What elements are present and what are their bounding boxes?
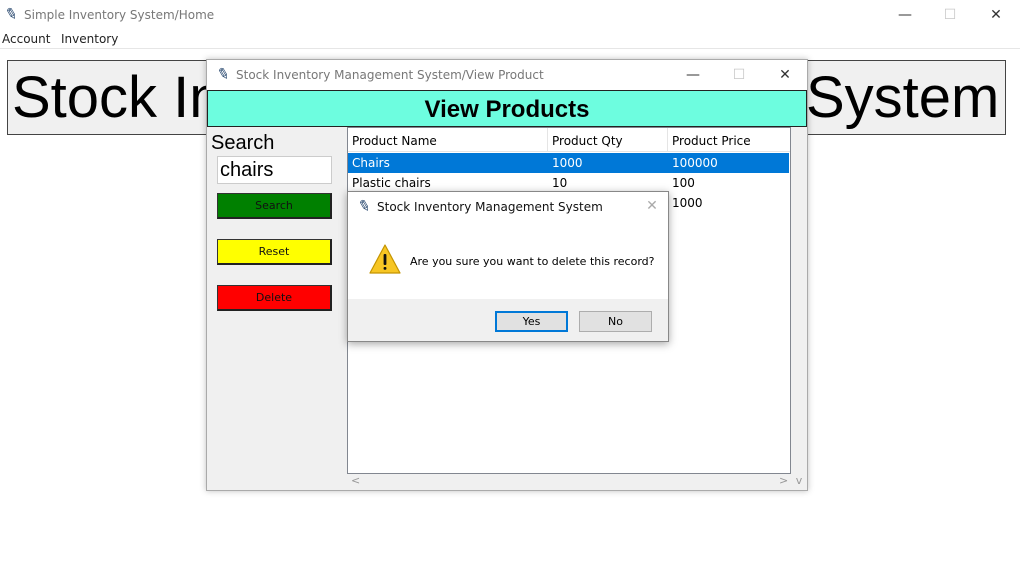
search-input[interactable] [217,156,332,184]
view-minimize-button[interactable]: — [670,64,716,86]
view-window-title: Stock Inventory Management System/View P… [236,68,544,82]
view-products-header: View Products [207,90,807,127]
cell-product-price: 100 [672,176,695,190]
view-close-button[interactable]: ✕ [762,64,808,86]
search-button[interactable]: Search [217,193,332,219]
cell-product-price: 1000 [672,196,703,210]
dialog-title: Stock Inventory Management System [377,200,603,214]
no-button[interactable]: No [579,311,652,332]
feather-icon: ✎ [356,195,373,217]
main-window-title: Simple Inventory System/Home [24,8,215,22]
dialog-footer: Yes No [348,299,668,341]
feather-icon: ✎ [3,3,20,25]
minimize-button[interactable]: — [882,4,928,26]
menu-account[interactable]: Account [2,32,50,46]
scroll-down-arrow-icon[interactable]: v [791,474,807,490]
cell-product-price: 100000 [672,156,718,170]
column-header-product-name[interactable]: Product Name [348,128,548,152]
view-maximize-button[interactable]: ☐ [716,64,762,86]
table-row[interactable]: Plastic chairs 10 100 [348,173,789,193]
confirm-delete-dialog: ✎ Stock Inventory Management System ✕ Ar… [347,191,669,342]
cell-product-name: Plastic chairs [352,176,431,190]
scroll-left-arrow-icon[interactable]: < [351,474,360,487]
banner-text-left: Stock In [12,65,222,130]
column-header-product-qty[interactable]: Product Qty [548,128,668,152]
cell-product-qty: 10 [552,176,568,190]
reset-button[interactable]: Reset [217,239,332,265]
search-label: Search [211,132,275,154]
dialog-message: Are you sure you want to delete this rec… [410,255,655,268]
view-window-titlebar: ✎ Stock Inventory Management System/View… [207,60,807,90]
maximize-button[interactable]: ☐ [927,4,973,26]
menu-bar: Account Inventory [0,30,1020,49]
scroll-right-arrow-icon[interactable]: > [779,474,788,487]
view-products-title: View Products [424,96,590,123]
feather-icon: ✎ [215,63,232,85]
main-titlebar: ✎ Simple Inventory System/Home — ☐ ✕ [0,0,1020,30]
banner-text-right: System [806,65,1000,130]
table-row[interactable]: Chairs 1000 100000 [348,153,789,173]
menu-inventory[interactable]: Inventory [61,32,118,46]
column-header-product-price[interactable]: Product Price [668,128,790,152]
dialog-close-button[interactable]: ✕ [640,196,664,216]
yes-button[interactable]: Yes [495,311,568,332]
delete-button[interactable]: Delete [217,285,332,311]
cell-product-name: Chairs [352,156,390,170]
horizontal-scrollbar[interactable]: < > [347,474,791,490]
close-button[interactable]: ✕ [973,4,1019,26]
cell-product-qty: 1000 [552,156,583,170]
warning-icon [369,244,401,274]
